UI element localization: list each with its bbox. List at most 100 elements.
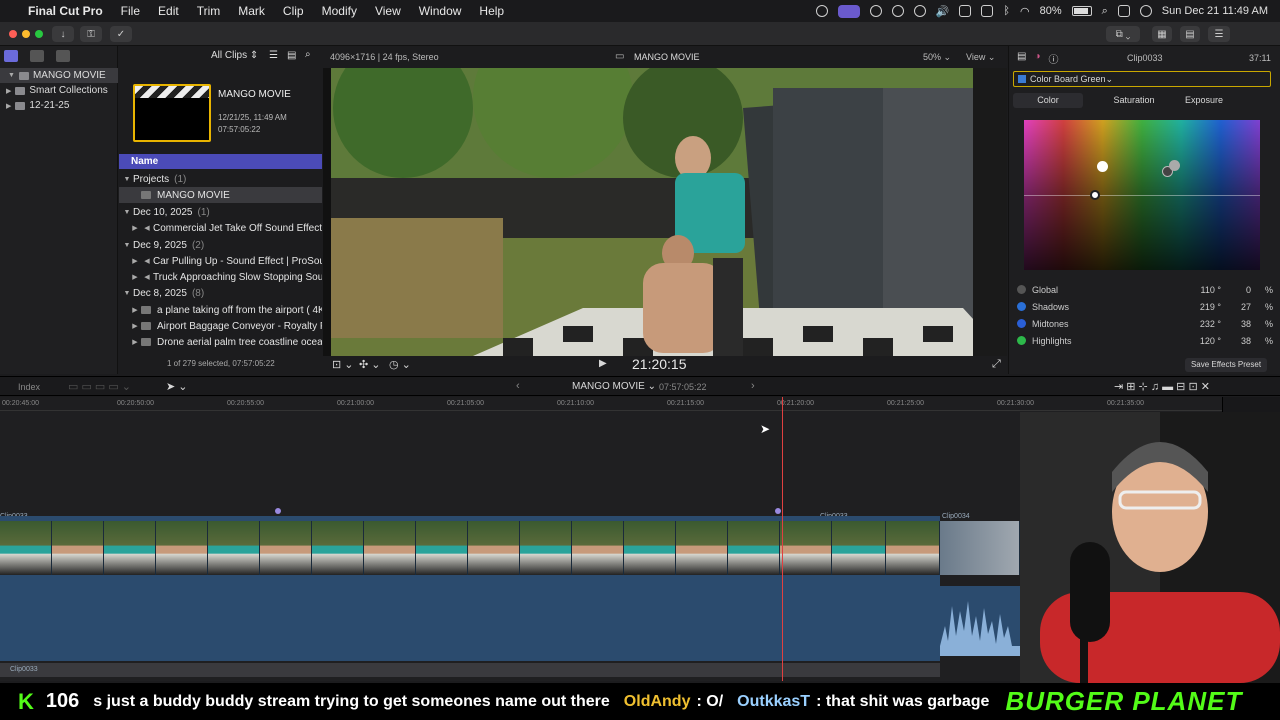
- background-tasks-button[interactable]: ✓: [110, 26, 132, 42]
- screen-record-icon[interactable]: [837, 4, 860, 18]
- display-icon[interactable]: [959, 5, 972, 17]
- close-button[interactable]: [9, 30, 17, 38]
- menu-trim[interactable]: Trim: [197, 4, 221, 18]
- select-tool-icon[interactable]: ➤ ⌄: [166, 380, 188, 393]
- edit-buttons[interactable]: ▭ ▭ ▭ ▭ ⌄: [68, 380, 131, 393]
- wifi-icon[interactable]: ◠: [1020, 5, 1030, 18]
- search-icon[interactable]: ⌕: [1102, 5, 1108, 18]
- layout-button-1[interactable]: ▦: [1152, 26, 1172, 42]
- library-item-mango-movie[interactable]: ▼ MANGO MOVIE: [0, 68, 118, 83]
- status-icon-2[interactable]: [869, 5, 882, 17]
- color-inspector-icon[interactable]: ◑: [1034, 51, 1040, 66]
- disclosure-open-icon[interactable]: ▼: [121, 242, 133, 249]
- list-group-row[interactable]: ▼ Dec 9, 2025 (2): [119, 237, 322, 253]
- list-view-icon[interactable]: ☰: [269, 50, 278, 61]
- siri-icon[interactable]: [1139, 5, 1152, 17]
- menu-help[interactable]: Help: [479, 4, 504, 18]
- disclosure-open-icon[interactable]: ▼: [8, 72, 15, 79]
- video-frame[interactable]: [323, 68, 1007, 356]
- disclosure-open-icon[interactable]: ▼: [121, 176, 133, 183]
- menu-file[interactable]: File: [121, 4, 140, 18]
- global-puck[interactable]: [1097, 161, 1108, 172]
- disclosure-closed-icon[interactable]: ▶: [129, 306, 141, 314]
- disclosure-closed-icon[interactable]: ▶: [129, 338, 141, 346]
- import-button[interactable]: ↓: [52, 26, 74, 42]
- highlights-row[interactable]: Highlights 120 ° 38 %: [1017, 332, 1273, 349]
- disclosure-open-icon[interactable]: ▼: [121, 209, 133, 216]
- row-value[interactable]: 0: [1246, 285, 1251, 295]
- enhance-tool-icon[interactable]: ✣ ⌄: [359, 358, 381, 371]
- tab-color[interactable]: Color: [1013, 93, 1083, 108]
- menu-edit[interactable]: Edit: [158, 4, 179, 18]
- menu-mark[interactable]: Mark: [238, 4, 265, 18]
- list-item[interactable]: ▶ a plane taking off from the airport ( …: [119, 302, 322, 318]
- row-angle[interactable]: 232 °: [1200, 319, 1221, 329]
- menu-window[interactable]: Window: [419, 4, 462, 18]
- menu-app[interactable]: Final Cut Pro: [28, 4, 103, 18]
- row-angle[interactable]: 219 °: [1200, 302, 1221, 312]
- forward-arrow-icon[interactable]: ›: [751, 380, 755, 392]
- play-button[interactable]: ▶: [599, 358, 607, 369]
- shadows-puck[interactable]: [1090, 190, 1100, 200]
- timeline-view-icons[interactable]: ⇥ ⊞ ⊹ ♫ ▬ ⊟ ⊡ ✕: [1114, 380, 1210, 393]
- share-button[interactable]: ⧉ ⌄: [1106, 26, 1140, 42]
- disclosure-closed-icon[interactable]: ▶: [6, 102, 11, 110]
- keyframe-marker[interactable]: [275, 508, 281, 514]
- playhead[interactable]: [782, 397, 783, 681]
- effect-selector[interactable]: Color Board Green ⌄: [1013, 71, 1271, 87]
- keyframe-marker[interactable]: [775, 508, 781, 514]
- titles-icon[interactable]: [56, 50, 70, 62]
- list-item[interactable]: ▶ ◀ Commercial Jet Take Off Sound Effect: [119, 220, 322, 236]
- row-value[interactable]: 38: [1241, 319, 1251, 329]
- zoom-button[interactable]: [35, 30, 43, 38]
- library-item-smart-collections[interactable]: ▶ Smart Collections: [0, 83, 118, 98]
- library-item-event[interactable]: ▶ 12-21-25: [0, 98, 118, 113]
- timecode-display[interactable]: 21:20:15: [632, 356, 687, 372]
- list-group-row[interactable]: ▼ Dec 8, 2025 (8): [119, 285, 322, 301]
- disclosure-closed-icon[interactable]: ▶: [6, 87, 11, 95]
- volume-icon[interactable]: 🔊: [936, 5, 950, 18]
- disclosure-closed-icon[interactable]: ▶: [129, 322, 141, 330]
- menu-modify[interactable]: Modify: [322, 4, 357, 18]
- effect-checkbox[interactable]: [1018, 75, 1026, 83]
- list-item[interactable]: ▶ Drone aerial palm tree coastline ocean…: [119, 334, 322, 350]
- tab-saturation[interactable]: Saturation: [1099, 93, 1169, 108]
- battery-icon[interactable]: [1071, 6, 1092, 16]
- bluetooth-icon[interactable]: ᛒ: [1003, 5, 1010, 17]
- layout-button-2[interactable]: ▤: [1180, 26, 1200, 42]
- list-item-project[interactable]: MANGO MOVIE: [119, 187, 322, 203]
- list-group-row[interactable]: ▼ Projects (1): [119, 171, 322, 187]
- disclosure-closed-icon[interactable]: ▶: [129, 224, 141, 232]
- index-button[interactable]: Index: [18, 382, 40, 392]
- control-center-icon[interactable]: [1117, 5, 1130, 17]
- color-board[interactable]: [1024, 120, 1260, 270]
- menu-view[interactable]: View: [375, 4, 401, 18]
- clock[interactable]: Sun Dec 21 11:49 AM: [1162, 5, 1268, 17]
- row-value[interactable]: 38: [1241, 336, 1251, 346]
- list-item[interactable]: ▶ Airport Baggage Conveyor - Royalty Fre…: [119, 318, 322, 334]
- disclosure-open-icon[interactable]: ▼: [121, 290, 133, 297]
- name-column-header[interactable]: Name: [119, 154, 322, 169]
- audio-waveform[interactable]: [940, 586, 1020, 656]
- info-inspector-icon[interactable]: ⓘ: [1049, 51, 1059, 66]
- global-row[interactable]: Global 110 ° 0 %: [1017, 281, 1273, 298]
- timeline-ruler[interactable]: 00:20:45:00 00:20:50:00 00:20:55:00 00:2…: [0, 397, 1222, 411]
- disclosure-closed-icon[interactable]: ▶: [129, 273, 141, 281]
- save-effects-preset-button[interactable]: Save Effects Preset: [1185, 358, 1267, 372]
- row-value[interactable]: 27: [1241, 302, 1251, 312]
- fullscreen-icon[interactable]: ⤢: [992, 358, 1001, 371]
- timeline-project-dropdown[interactable]: MANGO MOVIE ⌄: [572, 381, 656, 392]
- keywords-button[interactable]: ⚿: [80, 26, 102, 42]
- search-icon[interactable]: ⌕: [305, 49, 311, 60]
- project-thumbnail[interactable]: [133, 84, 211, 142]
- play-icon[interactable]: [913, 5, 926, 17]
- menu-extra-icon[interactable]: [981, 5, 994, 17]
- view-dropdown[interactable]: View ⌄: [966, 52, 995, 63]
- filmstrip-view-icon[interactable]: ▤: [287, 50, 296, 61]
- zoom-dropdown[interactable]: 50% ⌄: [923, 52, 951, 63]
- row-angle[interactable]: 110 °: [1201, 285, 1221, 295]
- clip-filter-dropdown[interactable]: All Clips ⇕: [211, 50, 258, 61]
- photos-icon[interactable]: [30, 50, 44, 62]
- minimize-button[interactable]: [22, 30, 30, 38]
- transform-tool-icon[interactable]: ⊡ ⌄: [332, 358, 354, 371]
